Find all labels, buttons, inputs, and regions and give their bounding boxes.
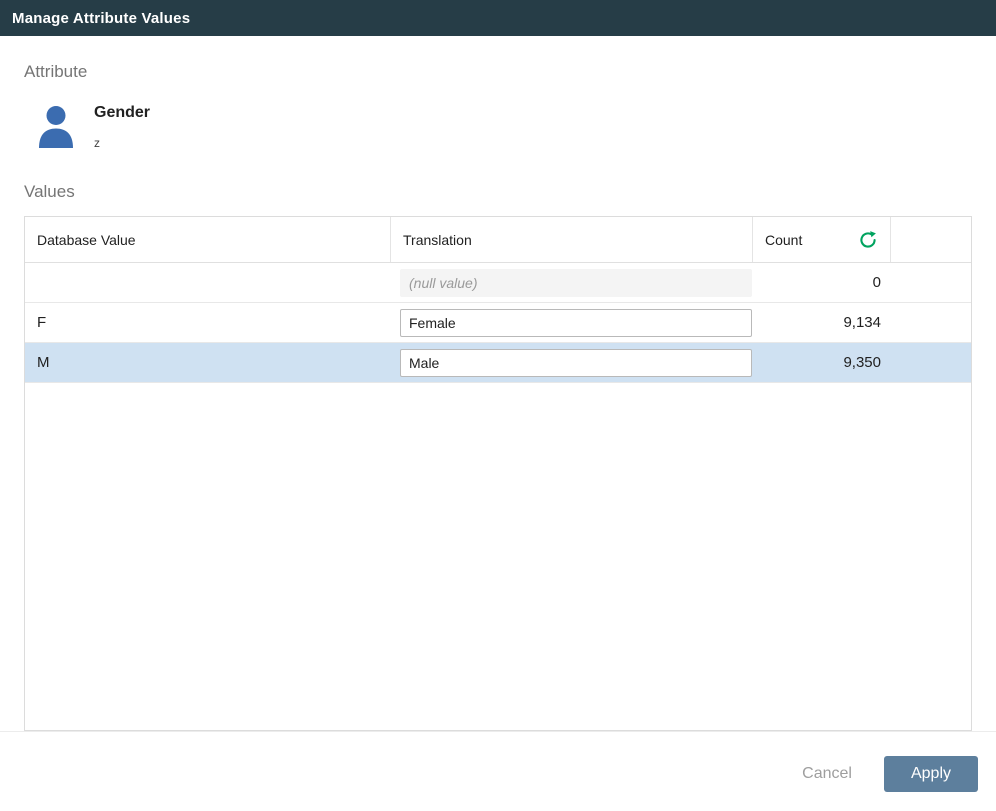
dialog-title: Manage Attribute Values [12,10,190,27]
dialog-content: Attribute Gender z Values Database Value… [0,36,996,731]
person-icon [32,102,80,150]
database-value-cell: F [25,314,391,331]
attribute-info: Gender z [24,102,972,150]
values-table-body: 0 F 9,134 M 9,350 [25,263,971,730]
column-header-empty [891,217,971,262]
count-cell: 9,350 [753,354,891,371]
attribute-subtitle: z [94,136,150,150]
attribute-name: Gender [94,104,150,122]
count-cell: 0 [753,274,891,291]
refresh-counts-icon[interactable] [858,230,878,250]
column-header-translation: Translation [391,217,753,262]
values-table-header: Database Value Translation Count [25,217,971,263]
column-header-count: Count [753,217,891,262]
cancel-button[interactable]: Cancel [796,757,858,791]
database-value-cell: M [25,354,391,371]
translation-cell [391,309,753,337]
values-section-label: Values [24,182,972,202]
table-row[interactable]: 0 [25,263,971,303]
table-row[interactable]: F 9,134 [25,303,971,343]
count-cell: 9,134 [753,314,891,331]
apply-button[interactable]: Apply [884,756,978,792]
column-header-database-value: Database Value [25,217,391,262]
attribute-section-label: Attribute [24,62,972,82]
translation-input[interactable] [400,349,752,377]
count-header-label: Count [765,232,802,248]
dialog-titlebar: Manage Attribute Values [0,0,996,36]
translation-cell [391,349,753,377]
values-table: Database Value Translation Count 0 F 9,134… [24,216,972,731]
dialog-footer: Cancel Apply [0,731,996,811]
translation-input[interactable] [400,309,752,337]
attribute-texts: Gender z [94,102,150,150]
table-row[interactable]: M 9,350 [25,343,971,383]
translation-cell [391,269,753,297]
manage-attribute-values-dialog: Manage Attribute Values Attribute Gender… [0,0,996,811]
translation-input[interactable] [400,269,752,297]
